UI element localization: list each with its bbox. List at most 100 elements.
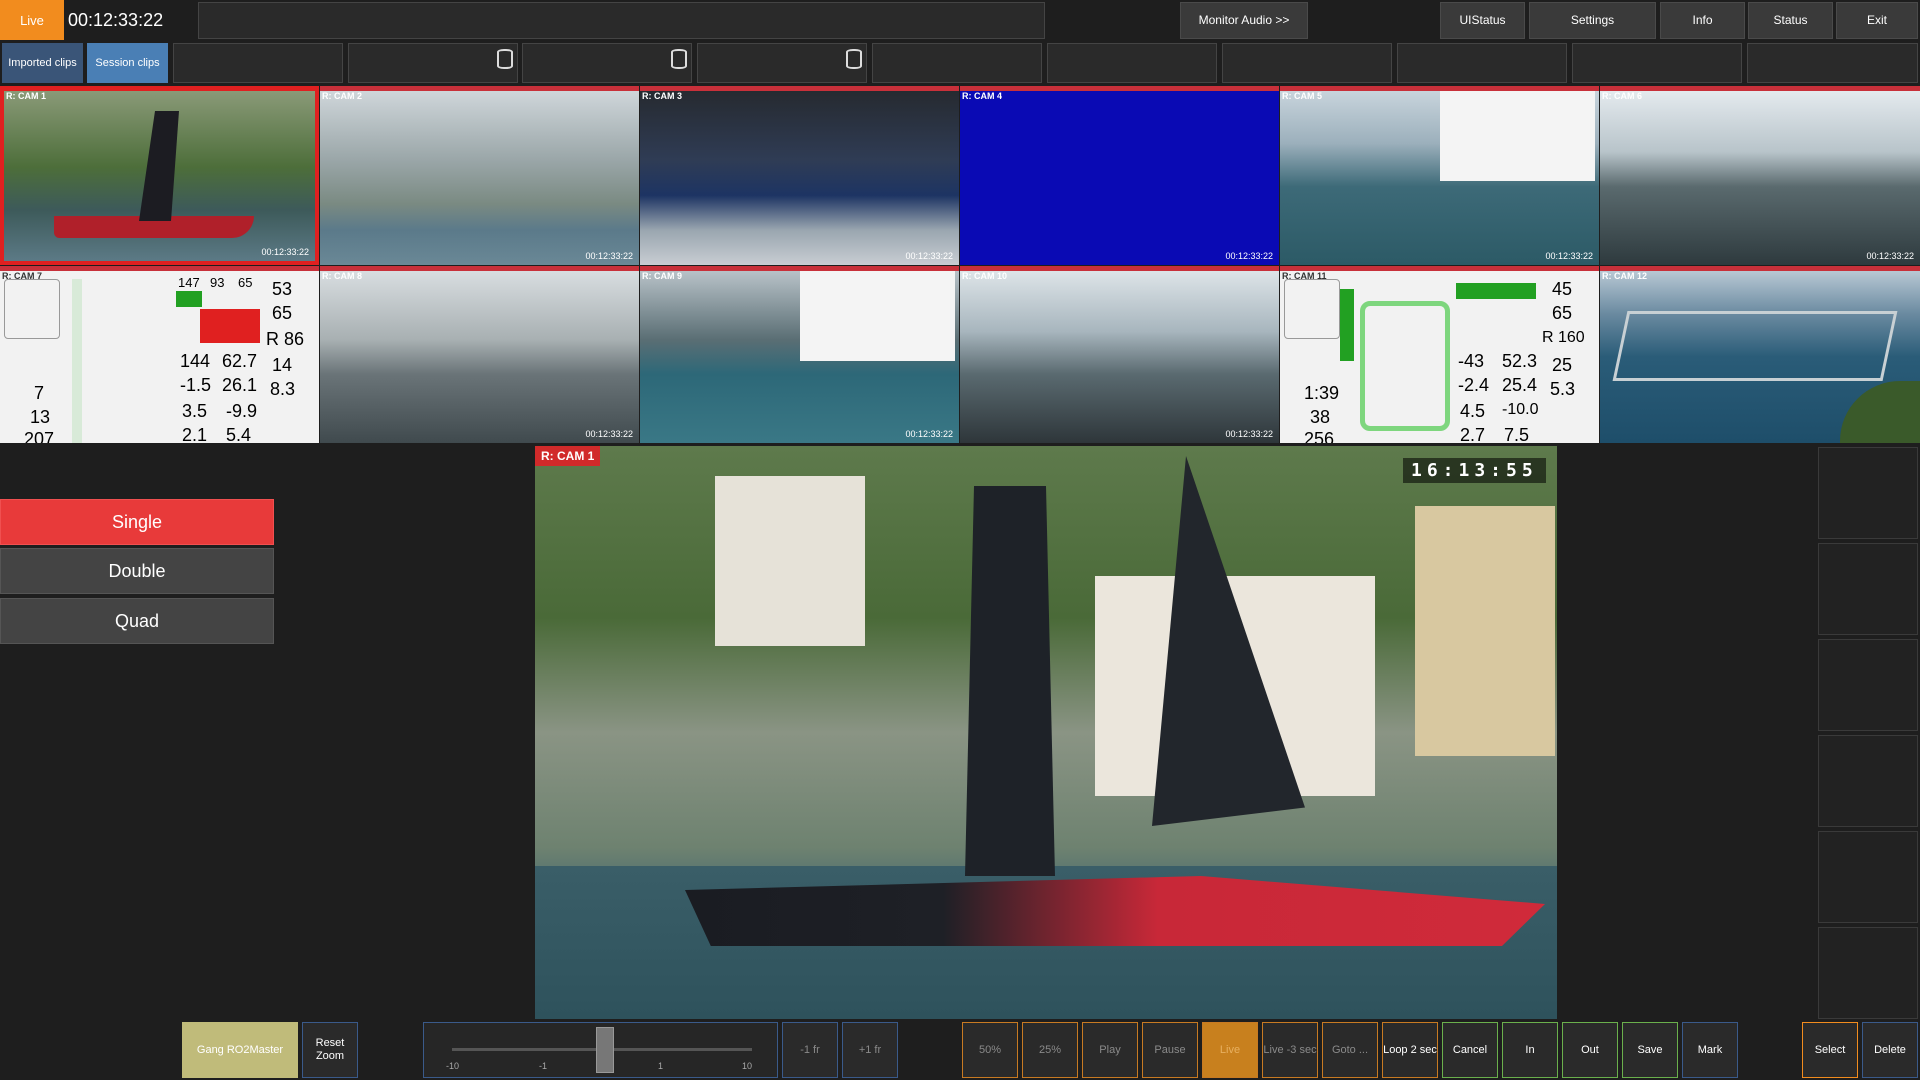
stat-value: -9.9 — [226, 401, 258, 421]
stat-value: 52.3 — [1502, 351, 1538, 371]
double-mode-button[interactable]: Double — [0, 548, 274, 594]
clip-bin-5[interactable] — [872, 43, 1042, 83]
cam-1-tile[interactable]: R: CAM 1 00:12:33:22 — [0, 86, 319, 265]
clip-bin-9[interactable] — [1572, 43, 1742, 83]
cam-timecode: 00:12:33:22 — [585, 251, 633, 261]
cam-12-tile[interactable]: R: CAM 12 — [1600, 266, 1920, 443]
cam-8-tile[interactable]: R: CAM 8 00:12:33:22 — [320, 266, 639, 443]
wingsail-shape — [965, 486, 1055, 876]
jog-shuttle[interactable]: -10 -1 1 10 — [423, 1022, 778, 1078]
pause-button[interactable]: Pause — [1142, 1022, 1198, 1078]
cam-10-tile[interactable]: R: CAM 10 00:12:33:22 — [960, 266, 1279, 443]
cam-label: R: CAM 2 — [322, 91, 362, 101]
stat-value: 26.1 — [222, 375, 258, 395]
side-slot-2[interactable] — [1818, 543, 1918, 635]
cancel-button[interactable]: Cancel — [1442, 1022, 1498, 1078]
mark-button[interactable]: Mark — [1682, 1022, 1738, 1078]
live-minus-3-sec-button[interactable]: Live -3 sec — [1262, 1022, 1318, 1078]
clip-bin-4[interactable] — [697, 43, 867, 83]
main-viewer[interactable]: R: CAM 1 16:13:55 — [535, 446, 1557, 1019]
course-map — [1284, 279, 1340, 339]
stat-value: 38 — [1310, 407, 1331, 427]
in-button[interactable]: In — [1502, 1022, 1558, 1078]
plus-frame-button[interactable]: +1 fr — [842, 1022, 898, 1078]
stat-value: 25.4 — [1502, 375, 1538, 395]
cam-label: R: CAM 6 — [1602, 91, 1642, 101]
status-button[interactable]: Status — [1748, 2, 1833, 39]
side-slot-3[interactable] — [1818, 639, 1918, 731]
quad-mode-button[interactable]: Quad — [0, 598, 274, 644]
stat-value: 207 — [24, 429, 55, 443]
loop-2-sec-button[interactable]: Loop 2 sec — [1382, 1022, 1438, 1078]
live-button[interactable]: Live — [1202, 1022, 1258, 1078]
speed-25-button[interactable]: 25% — [1022, 1022, 1078, 1078]
database-check-icon — [846, 49, 862, 69]
exit-button[interactable]: Exit — [1836, 2, 1918, 39]
stat-value: 5.3 — [1550, 379, 1576, 399]
cam-11-tile[interactable]: 45 65 R 160 -43 52.3 25 -2.4 25.4 5.3 4.… — [1280, 266, 1599, 443]
settings-button[interactable]: Settings — [1529, 2, 1656, 39]
telemetry-overlay — [1440, 91, 1595, 181]
cam-4-tile[interactable]: R: CAM 4 00:12:33:22 — [960, 86, 1279, 265]
clip-bin-1[interactable] — [173, 43, 343, 83]
cam-timecode: 00:12:33:22 — [1225, 251, 1273, 261]
jog-scale-label: -1 — [539, 1061, 548, 1071]
save-button[interactable]: Save — [1622, 1022, 1678, 1078]
shore-greenery — [1840, 381, 1920, 443]
sail-shape — [139, 111, 179, 221]
goto-button[interactable]: Goto ... — [1322, 1022, 1378, 1078]
info-button[interactable]: Info — [1660, 2, 1745, 39]
cam-label: R: CAM 4 — [962, 91, 1002, 101]
cam-9-tile[interactable]: R: CAM 9 00:12:33:22 — [640, 266, 959, 443]
cam-3-tile[interactable]: R: CAM 3 00:12:33:22 — [640, 86, 959, 265]
stat-value: R 86 — [266, 329, 305, 349]
uistatus-button[interactable]: UIStatus — [1440, 2, 1525, 39]
green-indicator — [1456, 283, 1536, 299]
play-button[interactable]: Play — [1082, 1022, 1138, 1078]
clip-bin-8[interactable] — [1397, 43, 1567, 83]
main-clock: 16:13:55 — [1403, 458, 1546, 483]
delete-button[interactable]: Delete — [1862, 1022, 1918, 1078]
clip-bin-7[interactable] — [1222, 43, 1392, 83]
cam-label: R: CAM 7 — [2, 271, 42, 281]
clip-bin-6[interactable] — [1047, 43, 1217, 83]
cam-timecode: 00:12:33:22 — [585, 429, 633, 439]
clip-bin-2[interactable] — [348, 43, 518, 83]
stat-value: 53 — [272, 279, 293, 299]
cam-2-tile[interactable]: R: CAM 2 00:12:33:22 — [320, 86, 639, 265]
cam-timecode: 00:12:33:22 — [905, 251, 953, 261]
session-clips-button[interactable]: Session clips — [87, 43, 168, 83]
speed-50-button[interactable]: 50% — [962, 1022, 1018, 1078]
cam-label: R: CAM 8 — [322, 271, 362, 281]
live-indicator-button[interactable]: Live — [0, 0, 64, 40]
red-indicator — [200, 309, 260, 343]
minus-frame-button[interactable]: -1 fr — [782, 1022, 838, 1078]
select-button[interactable]: Select — [1802, 1022, 1858, 1078]
building-shape — [715, 476, 865, 646]
single-mode-button[interactable]: Single — [0, 499, 274, 545]
stat-value: -10.0 — [1502, 401, 1539, 418]
side-slot-4[interactable] — [1818, 735, 1918, 827]
reset-zoom-button[interactable]: Reset Zoom — [302, 1022, 358, 1078]
gang-ro2master-button[interactable]: Gang RO2Master — [182, 1022, 298, 1078]
stat-value: 14 — [272, 355, 293, 375]
imported-clips-button[interactable]: Imported clips — [2, 43, 83, 83]
side-slot-5[interactable] — [1818, 831, 1918, 923]
jog-handle[interactable] — [596, 1027, 614, 1073]
monitor-audio-button[interactable]: Monitor Audio >> — [1180, 2, 1308, 39]
cam-6-tile[interactable]: R: CAM 6 00:12:33:22 — [1600, 86, 1920, 265]
out-button[interactable]: Out — [1562, 1022, 1618, 1078]
cam-5-tile[interactable]: R: CAM 5 00:12:33:22 — [1280, 86, 1599, 265]
stat-value: 45 — [1552, 279, 1573, 299]
side-slot-1[interactable] — [1818, 447, 1918, 539]
jog-scale-label: 10 — [742, 1061, 753, 1071]
cam-label: R: CAM 3 — [642, 91, 682, 101]
title-field[interactable] — [198, 2, 1045, 39]
cam-timecode: 00:12:33:22 — [261, 247, 309, 257]
cam-timecode: 00:12:33:22 — [1866, 251, 1914, 261]
side-slot-6[interactable] — [1818, 927, 1918, 1019]
clip-bin-10[interactable] — [1747, 43, 1918, 83]
clip-bin-3[interactable] — [522, 43, 692, 83]
building-shape — [1415, 506, 1555, 756]
cam-7-tile[interactable]: 147 93 65 53 65 R 86 144 62.7 14 -1.5 26… — [0, 266, 319, 443]
